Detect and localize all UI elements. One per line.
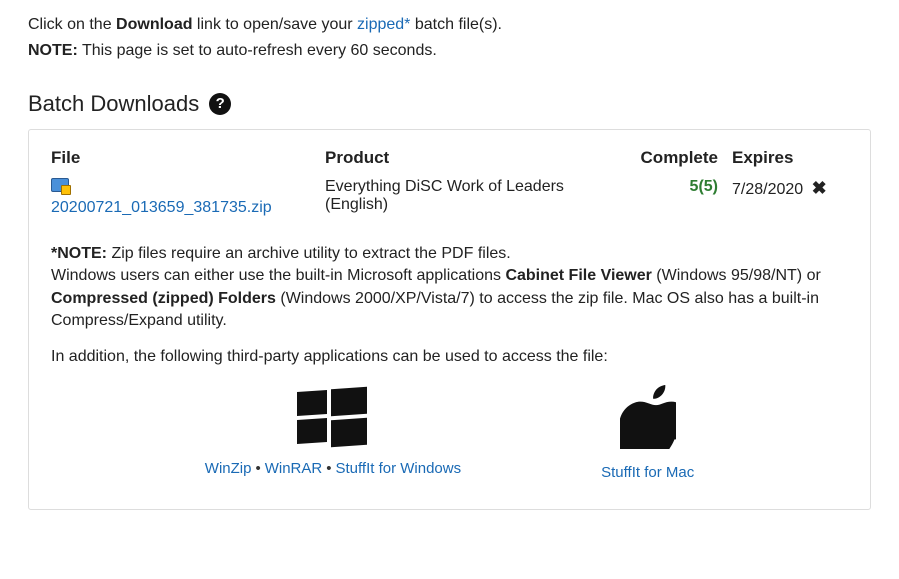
col-product: Product [325, 148, 628, 174]
help-icon[interactable]: ? [209, 93, 231, 115]
stuffit-mac-link[interactable]: StuffIt for Mac [601, 464, 694, 481]
note-label: NOTE: [28, 42, 78, 59]
winzip-link[interactable]: WinZip [205, 460, 252, 477]
file-link[interactable]: 20200721_013659_381735.zip [51, 199, 272, 216]
note-star-label: *NOTE: [51, 245, 107, 262]
delete-icon[interactable]: ✖ [808, 178, 827, 198]
zipped-link[interactable]: zipped* [357, 16, 410, 33]
downloads-panel: File Product Complete Expires 20200721_0… [28, 129, 871, 510]
downloads-table: File Product Complete Expires 20200721_0… [51, 148, 848, 221]
col-expires: Expires [732, 148, 848, 174]
complete-value: 5(5) [690, 178, 718, 195]
intro-line: Click on the Download link to open/save … [28, 14, 871, 36]
product-cell: Everything DiSC Work of Leaders (English… [325, 174, 628, 221]
apps-row: WinZip•WinRAR•StuffIt for Windows StuffI… [51, 385, 848, 481]
windows-icon [297, 385, 369, 445]
download-word: Download [116, 16, 192, 33]
col-file: File [51, 148, 325, 174]
col-complete: Complete [628, 148, 732, 174]
section-title: Batch Downloads ? [28, 91, 871, 117]
mac-apps: StuffIt for Mac [601, 385, 694, 481]
stuffit-win-link[interactable]: StuffIt for Windows [336, 460, 462, 477]
expires-value: 7/28/2020 [732, 181, 803, 198]
table-row: 20200721_013659_381735.zip Everything Di… [51, 174, 848, 221]
note-block: *NOTE: Zip files require an archive util… [51, 243, 848, 369]
note-line: NOTE: This page is set to auto-refresh e… [28, 40, 871, 62]
apple-icon [620, 436, 676, 453]
windows-apps: WinZip•WinRAR•StuffIt for Windows [205, 385, 461, 481]
winrar-link[interactable]: WinRAR [265, 460, 323, 477]
file-icon [51, 178, 69, 192]
